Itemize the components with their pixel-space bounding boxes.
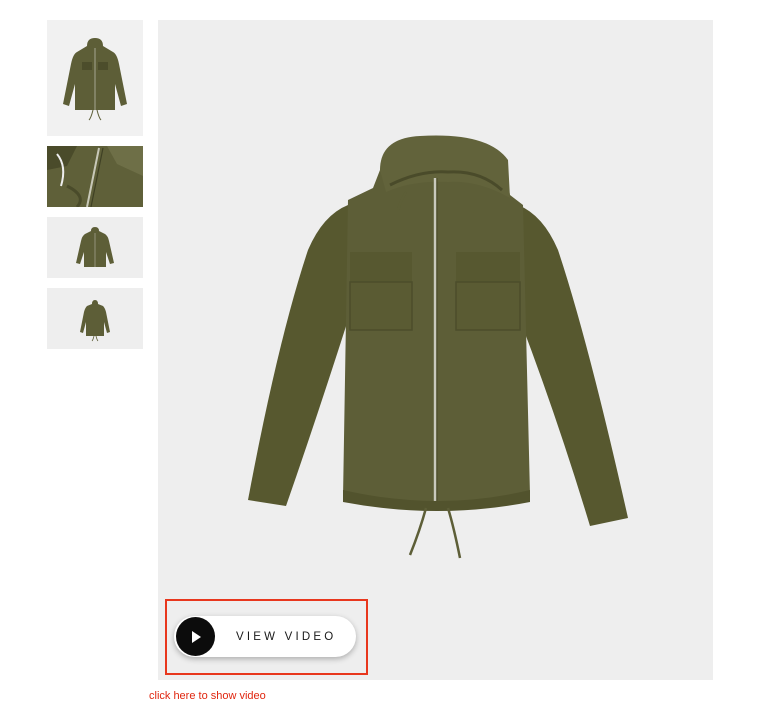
- play-icon: [176, 617, 215, 656]
- jacket-front-thumbnail-icon: [63, 38, 127, 121]
- show-video-caption: click here to show video: [149, 690, 266, 702]
- olive-hooded-jacket-image-icon: [248, 135, 628, 559]
- jacket-back-small-thumbnail-icon: [80, 300, 110, 342]
- jacket-zipper-closeup-thumbnail-icon: [47, 146, 143, 207]
- view-video-button[interactable]: VIEW VIDEO: [174, 616, 356, 657]
- jacket-front-small-thumbnail-icon: [76, 227, 114, 267]
- thumbnail-jacket-front-small[interactable]: [47, 217, 143, 278]
- thumbnail-jacket-zipper[interactable]: [47, 146, 143, 207]
- thumbnail-jacket-back-small[interactable]: [47, 288, 143, 349]
- main-product-image: [158, 20, 713, 680]
- view-video-label: VIEW VIDEO: [236, 630, 337, 643]
- thumbnail-jacket-front[interactable]: [47, 20, 143, 136]
